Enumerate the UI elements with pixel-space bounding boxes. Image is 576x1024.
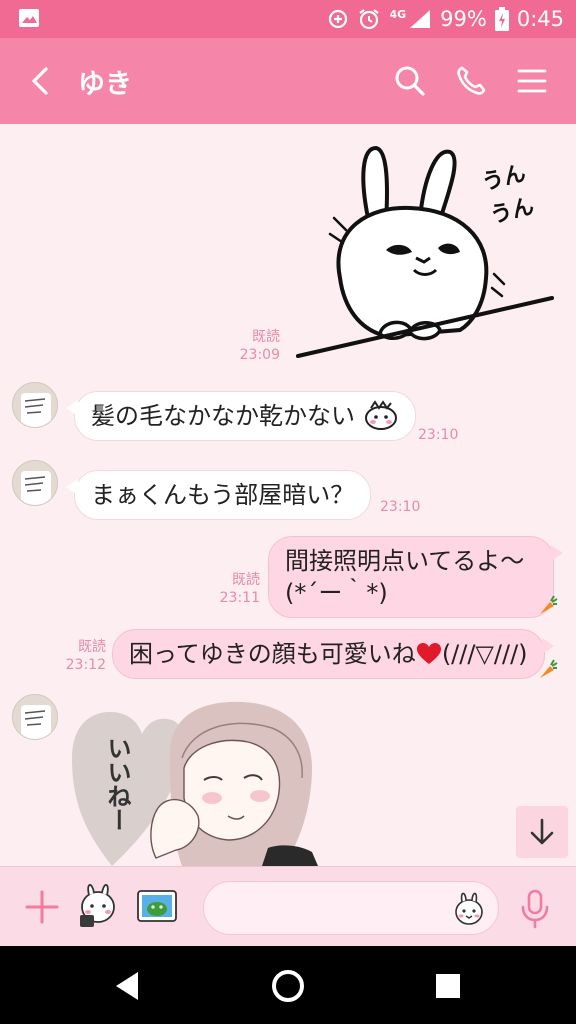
avatar-image: [13, 461, 57, 505]
sticker-text: いいねー: [103, 736, 131, 832]
avatar-image: [13, 695, 57, 739]
nav-recents-icon[interactable]: [428, 966, 468, 1006]
chat-bubble-outgoing[interactable]: 困ってゆきの顔も可愛いね (///▽///): [112, 629, 554, 679]
carrot-icon: [540, 595, 558, 614]
chat-area[interactable]: 既読 23:09 うん うん 髪の毛なかなか乾かない 23:10 まぁくんもう部…: [0, 124, 576, 866]
message-input[interactable]: [220, 892, 440, 924]
battery-percent: 99%: [440, 7, 487, 31]
mic-icon[interactable]: [518, 889, 552, 929]
message-time: 23:10: [418, 427, 459, 443]
message-text: 困ってゆきの顔も可愛いね: [129, 640, 416, 668]
sticker-icon[interactable]: [76, 881, 120, 929]
battery-icon: [494, 7, 509, 31]
scroll-to-bottom-button[interactable]: [516, 806, 568, 858]
message-text-line: 間接照明点いてるよ〜: [285, 547, 525, 575]
avatar[interactable]: [12, 382, 58, 428]
clock: 0:45: [516, 7, 564, 31]
nav-back-icon[interactable]: [108, 966, 148, 1006]
message-text-suffix: (///▽///): [441, 640, 528, 668]
rabbit-sticker[interactable]: うん うん: [290, 138, 560, 368]
chat-bubble-incoming[interactable]: まぁくんもう部屋暗い？: [65, 470, 372, 520]
photo-icon[interactable]: [136, 887, 178, 925]
message-input-field[interactable]: [203, 881, 499, 935]
girl-sticker[interactable]: いいねー: [72, 698, 342, 866]
chat-header: ゆき: [0, 38, 576, 124]
emoji-sticker-icon: [364, 400, 397, 430]
signal-icon: [410, 10, 431, 28]
read-receipt: 既読: [78, 639, 106, 655]
chat-title: ゆき: [78, 69, 132, 100]
arrow-down-icon: [530, 818, 554, 845]
read-receipt: 既読: [232, 572, 260, 588]
message-time: 23:11: [219, 590, 260, 606]
avatar-image: [13, 383, 57, 427]
message-text: 髪の毛なかなか乾かない: [91, 402, 355, 430]
chevron-left-icon[interactable]: [24, 63, 60, 99]
search-icon[interactable]: [391, 62, 429, 100]
avatar[interactable]: [12, 460, 58, 506]
phone-icon[interactable]: [452, 62, 490, 100]
carrot-icon: [540, 659, 558, 678]
chat-bubble-outgoing[interactable]: 間接照明点いてるよ〜 (*´ー｀*): [268, 536, 563, 618]
message-text: まぁくんもう部屋暗い？: [91, 481, 355, 509]
read-receipt: 既読: [252, 329, 280, 345]
nav-home-icon[interactable]: [268, 966, 308, 1006]
plus-icon[interactable]: [22, 887, 62, 927]
avatar[interactable]: [12, 694, 58, 740]
emoji-icon[interactable]: [452, 890, 486, 926]
hamburger-menu-icon[interactable]: [513, 62, 551, 100]
message-meta: 既読 23:11: [210, 571, 260, 607]
message-text-line: (*´ー｀*): [285, 579, 388, 607]
system-nav-bar: [0, 946, 576, 1024]
status-bar: 4G 99% 0:45: [0, 0, 576, 38]
message-meta: 既読 23:09: [232, 328, 280, 364]
message-time: 23:09: [239, 347, 280, 363]
message-input-bar: [0, 866, 576, 946]
message-time: 23:10: [380, 499, 421, 515]
gallery-notification-icon: [19, 9, 39, 27]
message-time: 23:12: [65, 657, 106, 673]
data-saver-icon: [329, 9, 348, 29]
status-bar-right: 4G 99% 0:45: [327, 0, 564, 38]
chat-bubble-incoming[interactable]: 髪の毛なかなか乾かない: [66, 391, 416, 441]
alarm-icon: [359, 9, 380, 30]
message-meta: 既読 23:12: [56, 638, 106, 674]
network-type: 4G: [389, 7, 407, 21]
heart-icon: [416, 643, 441, 664]
